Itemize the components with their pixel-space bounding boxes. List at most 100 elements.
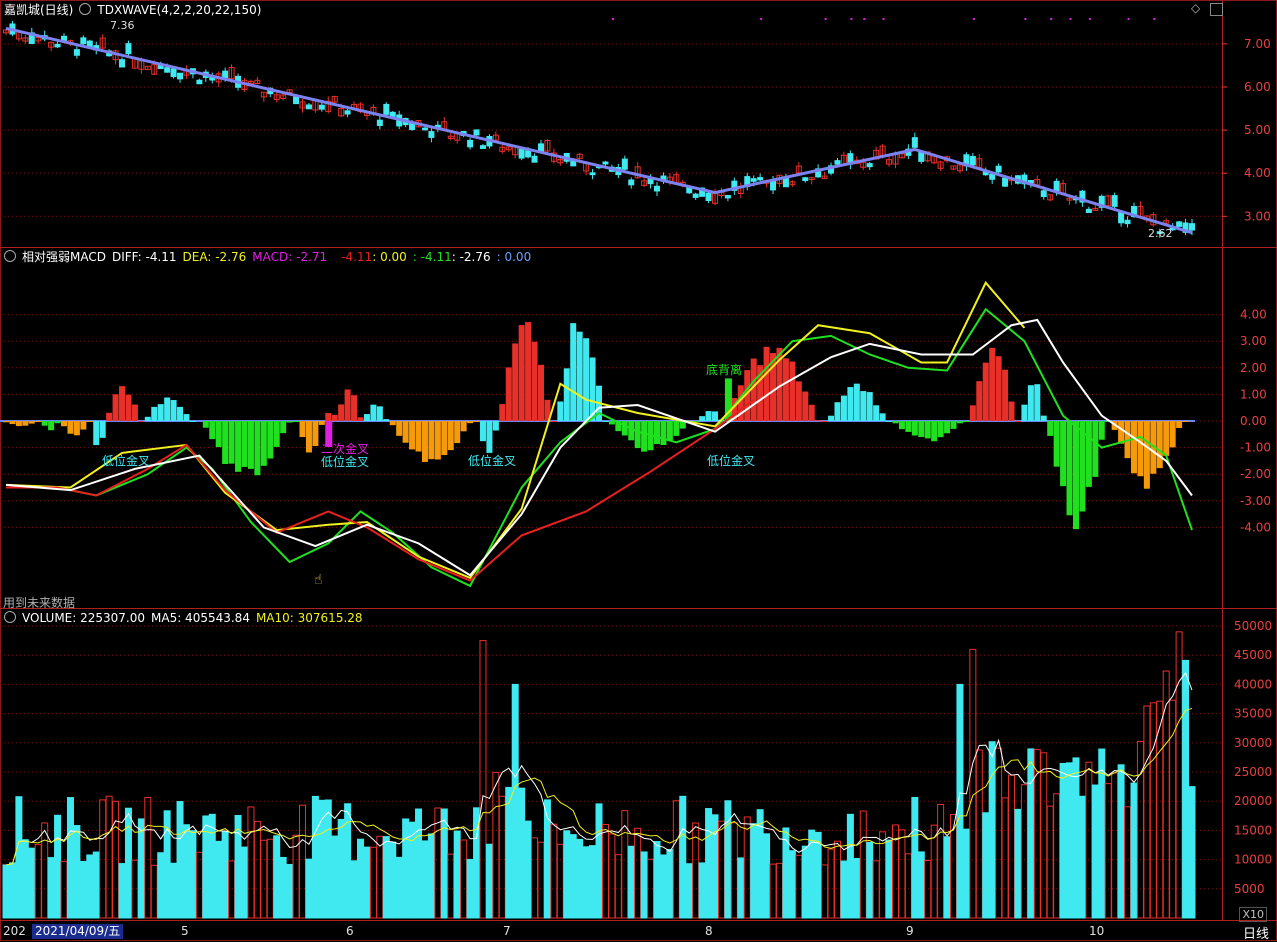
candle-body (73, 49, 80, 56)
volume-title[interactable]: VOLUME: 225307.00 (22, 611, 145, 625)
gear-icon[interactable] (4, 611, 16, 623)
volume-bar (240, 846, 248, 919)
macd-histogram-bar (396, 421, 403, 436)
volume-bar (305, 858, 313, 919)
signal-dot (1088, 18, 1091, 20)
volume-bar (299, 804, 306, 919)
macd-histogram-bar (389, 421, 396, 426)
low-price-label: 2.62 (1148, 227, 1173, 240)
macd-histogram-bar (370, 404, 377, 421)
macd-histogram-bar (48, 421, 55, 431)
candle-body (602, 161, 609, 165)
volume-bar (492, 771, 500, 919)
macd-histogram-bar (170, 400, 177, 421)
macd-histogram-bar (241, 421, 248, 467)
volume-bar (286, 863, 294, 919)
macd-histogram-bar (106, 412, 113, 421)
volume-bar (157, 852, 165, 919)
macd-histogram-bar (22, 421, 29, 426)
gear-icon[interactable] (4, 250, 16, 262)
volume-bar (808, 829, 816, 919)
macd-tick-label: 2.00 (1240, 361, 1267, 375)
macd-histogram-bar (325, 413, 332, 421)
future-data-note: 用到未来数据 (3, 596, 76, 610)
volume-bar (937, 804, 945, 919)
annotation-golden-cross-2: 低位金叉 (321, 455, 370, 469)
macd-histogram-bar (1034, 384, 1041, 421)
volume-bar (1111, 772, 1119, 919)
volume-bar (144, 797, 152, 919)
volume-bar (885, 839, 893, 919)
candle-body (376, 119, 383, 126)
macd-histogram-bar (918, 421, 925, 437)
volume-bar (485, 843, 493, 919)
volume-bar (589, 845, 597, 919)
volume-bar (531, 837, 539, 919)
macd-histogram-bar (305, 421, 312, 453)
macd-histogram-bar (131, 404, 138, 421)
volume-bar (460, 839, 468, 919)
macd-histogram-bar (898, 421, 905, 430)
volume-bar (208, 813, 216, 919)
maximize-icon[interactable] (1210, 3, 1223, 16)
macd-histogram-bar (3, 421, 9, 423)
macd-title[interactable]: 相对强弱MACD (22, 250, 106, 264)
volume-bar (1117, 764, 1125, 919)
macd-histogram-bar (641, 421, 648, 452)
macd-histogram-bar (183, 414, 190, 421)
macd-histogram-bar (1182, 421, 1189, 422)
volume-bar (782, 827, 790, 919)
period-label[interactable]: 日线 (1243, 923, 1269, 942)
signal-dot (1127, 18, 1130, 20)
price-candles[interactable] (3, 18, 1195, 238)
volume-bar (698, 862, 706, 919)
volume-bar (917, 851, 925, 919)
volume-bar (962, 828, 970, 919)
candle-body (654, 185, 661, 192)
candle-body (305, 104, 312, 110)
macd-histogram-bar (621, 421, 628, 436)
signal-dot (760, 18, 763, 20)
volume-bar (60, 860, 68, 919)
volume-bar (124, 807, 132, 919)
macd-header: 相对强弱MACD DIFF: -4.11 DEA: -2.76 MACD: -2.71… (4, 249, 537, 265)
cursor-date: 2021/04/09/五 (32, 924, 124, 939)
macd-panel-drawing[interactable] (0, 280, 1195, 588)
volume-bar (595, 803, 603, 919)
macd-histogram-bar (531, 341, 538, 421)
volume-bar (41, 822, 49, 919)
macd-histogram-bar (299, 421, 306, 438)
volume-bar (1104, 783, 1112, 919)
volume-unit: X10 (1239, 907, 1267, 922)
candle-body (724, 195, 731, 199)
volume-tick-label: 50000 (1234, 619, 1272, 633)
price-tick-label: 4.00 (1244, 166, 1271, 180)
volume-bar (1162, 670, 1170, 919)
chart-stage[interactable]: 7.00 6.00 5.00 4.00 3.00 4.00 3.00 2.00 1.00 0.00… (0, 0, 1277, 941)
volume-bar (711, 814, 719, 919)
volume-bar (363, 846, 371, 919)
macd-histogram-bar (209, 421, 216, 440)
candle-body (969, 155, 976, 166)
gear-icon[interactable] (79, 3, 92, 15)
volume-bar (357, 838, 365, 919)
volume-bar (518, 787, 526, 919)
macd-histogram-bar (815, 420, 822, 422)
tdxwave-label[interactable]: TDXWAVE(4,2,2,20,22,150) (97, 3, 261, 17)
volume-bar (318, 799, 326, 919)
macd-histogram-bar (479, 421, 486, 442)
candle-body (125, 43, 132, 55)
volume-bar (769, 863, 777, 919)
volume-bar (34, 844, 42, 919)
macd-histogram-bar (67, 421, 74, 434)
macd-histogram-bar (1066, 421, 1073, 516)
volume-bar (537, 841, 545, 919)
volume-bar (266, 838, 274, 919)
volume-bar (846, 813, 854, 919)
macd-histogram-bar (189, 421, 196, 422)
volume-bars[interactable] (2, 631, 1196, 919)
volume-bar (608, 833, 616, 919)
diamond-icon[interactable]: ◇ (1191, 1, 1200, 15)
candle-body (479, 145, 486, 149)
macd-value: MACD: -2.71 (252, 250, 328, 264)
